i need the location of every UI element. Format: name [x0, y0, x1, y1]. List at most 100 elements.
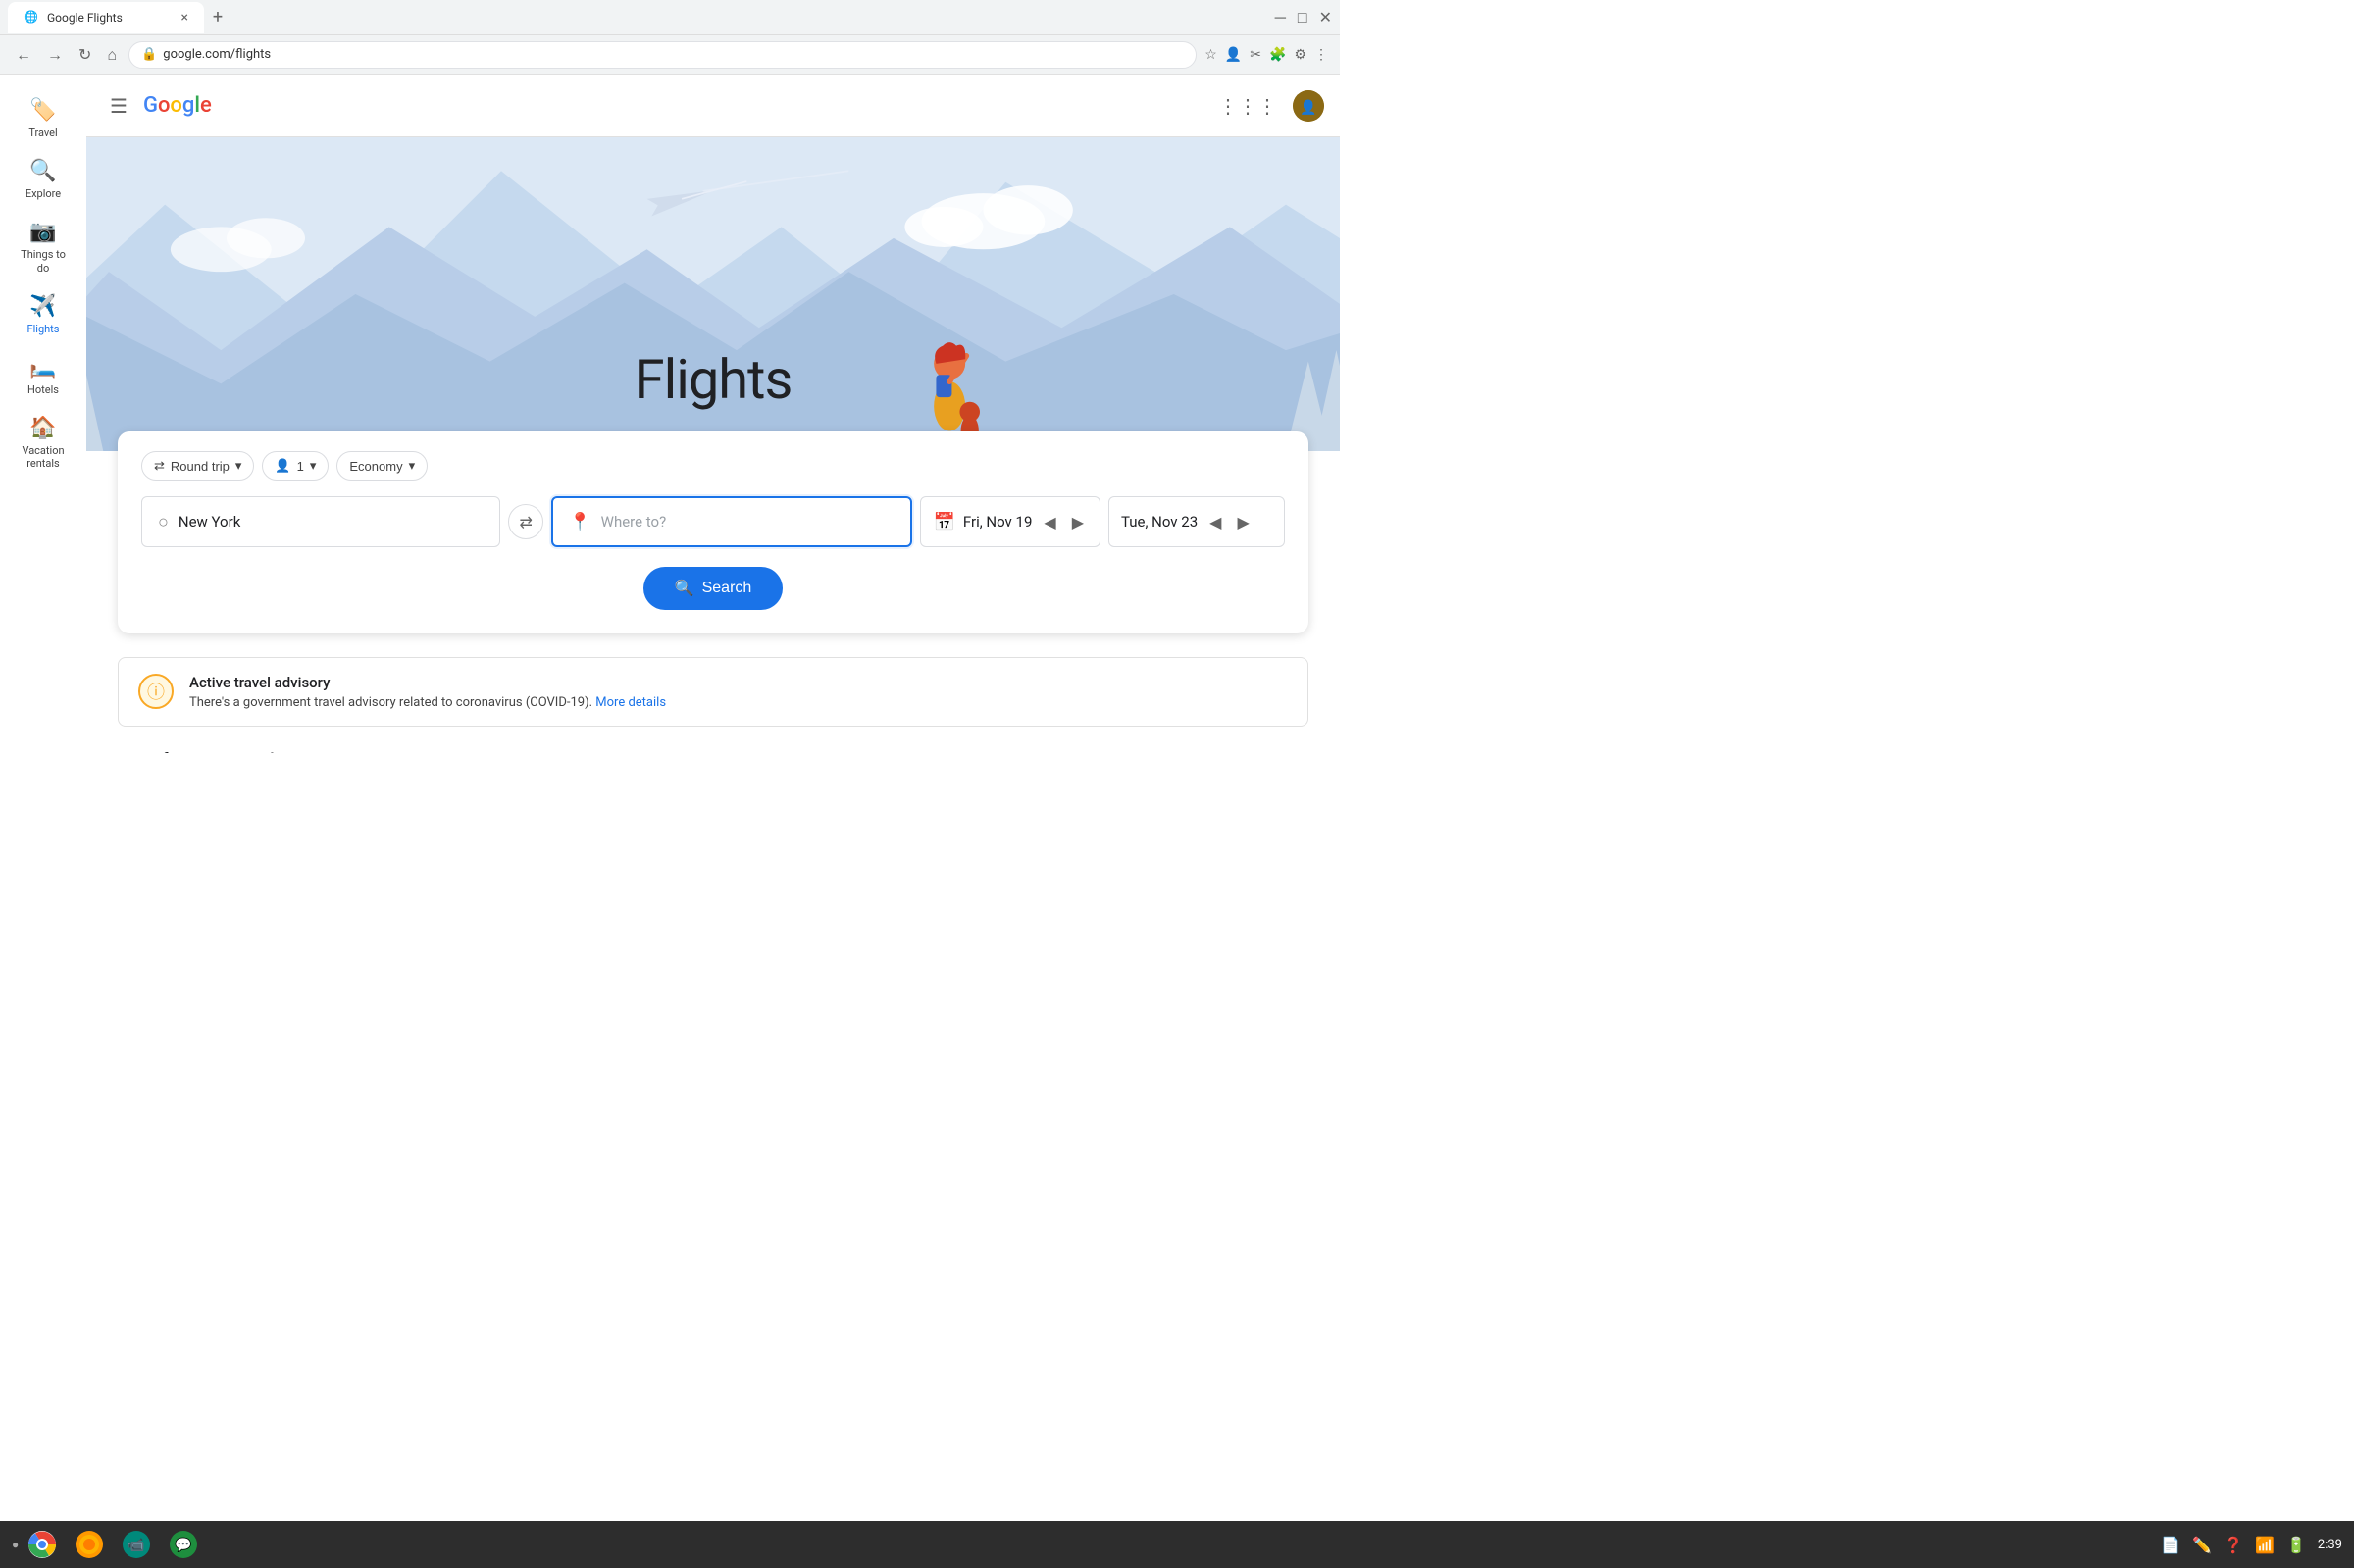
- search-button-row: 🔍 Search: [141, 567, 1285, 610]
- logo-o2: o: [170, 93, 181, 118]
- advisory-body: There's a government travel advisory rel…: [189, 695, 666, 710]
- advisory-warning-icon: ⓘ: [138, 674, 174, 709]
- apps-grid-icon[interactable]: ⋮⋮⋮: [1218, 94, 1277, 118]
- more-options-button[interactable]: ⋮: [1314, 47, 1328, 63]
- date1-next-button[interactable]: ▶: [1068, 511, 1088, 533]
- date2-prev-button[interactable]: ◀: [1205, 511, 1225, 533]
- taskbar-dot: ●: [12, 1538, 19, 1551]
- pen-icon[interactable]: ✏️: [2192, 1536, 2212, 1554]
- logo-g1: G: [143, 93, 158, 118]
- page-title: Flights: [635, 347, 793, 412]
- sidebar-item-things-label: Things to do: [20, 248, 67, 274]
- close-window-button[interactable]: ✕: [1319, 8, 1332, 26]
- svg-text:💬: 💬: [176, 1537, 193, 1553]
- destination-pin-icon: 📍: [569, 512, 590, 532]
- cabin-class-arrow: ▾: [409, 458, 416, 474]
- bookmark-icon[interactable]: ☆: [1204, 47, 1217, 63]
- trips-section: Trips from New York Round trip · 1 passe…: [118, 750, 1308, 753]
- tab-title: Google Flights: [47, 11, 123, 25]
- new-tab-button[interactable]: +: [204, 4, 231, 31]
- meet-taskbar-icon[interactable]: 📹: [121, 1529, 152, 1560]
- hotels-icon: 🛏️: [29, 355, 56, 379]
- search-fields-row: ○ New York ⇄ 📍 Where to? 📅: [141, 496, 1285, 547]
- url-text: google.com/flights: [163, 47, 271, 62]
- browser-window-controls: ─ □ ✕: [1275, 8, 1332, 27]
- taskbar-clock: 2:39: [2318, 1538, 2342, 1552]
- taskbar-apps: 📹 💬: [26, 1529, 199, 1560]
- search-options: ⇄ Round trip ▾ 👤 1 ▾ Economy ▾: [141, 451, 1285, 481]
- advisory-content: Active travel advisory There's a governm…: [189, 674, 666, 710]
- extension-icon-3[interactable]: ⚙: [1294, 47, 1306, 63]
- travel-icon: 🏷️: [29, 98, 56, 123]
- back-button[interactable]: ←: [12, 41, 35, 69]
- destination-field[interactable]: 📍 Where to?: [551, 496, 912, 547]
- search-box: ⇄ Round trip ▾ 👤 1 ▾ Economy ▾: [118, 431, 1308, 633]
- origin-field[interactable]: ○ New York: [141, 496, 500, 547]
- sidebar-item-hotels[interactable]: 🛏️ Hotels: [4, 347, 82, 404]
- origin-dot-icon: ○: [158, 512, 169, 532]
- swap-icon: ⇄: [520, 513, 533, 531]
- browser-tab-bar: 🌐 Google Flights × + ─ □ ✕: [0, 0, 1340, 35]
- tab-close-button[interactable]: ×: [181, 10, 188, 25]
- sidebar-item-vacation-rentals[interactable]: 🏠 Vacation rentals: [4, 408, 82, 478]
- hero-section: Flights: [86, 137, 1340, 451]
- things-to-do-icon: 📷: [29, 220, 56, 244]
- browser-toolbar-icons: ☆ 👤 ✂ 🧩 ⚙ ⋮: [1204, 47, 1328, 63]
- passengers-arrow: ▾: [310, 458, 317, 474]
- sidebar-item-things-to-do[interactable]: 📷 Things to do: [4, 212, 82, 281]
- home-button[interactable]: ⌂: [103, 41, 121, 69]
- user-avatar[interactable]: 👤: [1293, 90, 1324, 122]
- departure-date-label: Fri, Nov 19: [963, 513, 1033, 531]
- url-bar[interactable]: 🔒 google.com/flights: [128, 41, 1197, 69]
- maximize-button[interactable]: □: [1298, 8, 1307, 27]
- trip-type-selector[interactable]: ⇄ Round trip ▾: [141, 451, 254, 481]
- sidebar-item-explore-label: Explore: [26, 187, 61, 200]
- profile-icon[interactable]: 👤: [1225, 47, 1242, 63]
- hamburger-menu[interactable]: ☰: [102, 86, 135, 126]
- calendar-icon-1: 📅: [933, 512, 954, 532]
- main-content: ☰ Google ⋮⋮⋮ 👤: [86, 75, 1340, 753]
- trips-title: Trips from New York: [118, 750, 280, 753]
- taskbar-right-area: 📄 ✏️ ❓ 📶 🔋 2:39: [2161, 1536, 2342, 1554]
- refresh-button[interactable]: ↻: [75, 41, 95, 68]
- chat-taskbar-icon[interactable]: 💬: [168, 1529, 199, 1560]
- date2-next-button[interactable]: ▶: [1233, 511, 1253, 533]
- cabin-class-selector[interactable]: Economy ▾: [336, 451, 428, 481]
- explore-destinations-link[interactable]: Explore destinations: [1184, 753, 1308, 754]
- sidebar-item-travel[interactable]: 🏷️ Travel: [4, 90, 82, 147]
- trips-header: Trips from New York Round trip · 1 passe…: [118, 750, 1308, 753]
- swap-airports-button[interactable]: ⇄: [508, 504, 543, 539]
- active-tab[interactable]: 🌐 Google Flights ×: [8, 2, 204, 33]
- return-date-label: Tue, Nov 23: [1121, 513, 1198, 531]
- origin-value: New York: [179, 513, 240, 531]
- departure-date-field[interactable]: 📅 Fri, Nov 19 ◀ ▶: [920, 496, 1100, 547]
- vacation-rentals-icon: 🏠: [29, 416, 56, 440]
- main-layout: 🏷️ Travel 🔍 Explore 📷 Things to do ✈️ Fl…: [0, 75, 1340, 753]
- passengers-selector[interactable]: 👤 1 ▾: [262, 451, 329, 481]
- forward-button[interactable]: →: [43, 41, 67, 69]
- sidebar: 🏷️ Travel 🔍 Explore 📷 Things to do ✈️ Fl…: [0, 75, 86, 753]
- search-magnifier-icon: 🔍: [675, 579, 694, 598]
- flights-icon: ✈️: [29, 294, 56, 319]
- trips-title-group: Trips from New York Round trip · 1 passe…: [118, 750, 454, 753]
- sidebar-item-flights-label: Flights: [27, 323, 60, 335]
- youtube-taskbar-icon[interactable]: [74, 1529, 105, 1560]
- search-button[interactable]: 🔍 Search: [643, 567, 784, 610]
- extension-icon-2[interactable]: 🧩: [1269, 47, 1286, 63]
- trip-type-label: Round trip: [171, 459, 230, 474]
- sidebar-item-explore[interactable]: 🔍 Explore: [4, 151, 82, 208]
- help-icon[interactable]: ❓: [2224, 1536, 2243, 1554]
- battery-icon[interactable]: 🔋: [2286, 1536, 2306, 1554]
- date1-prev-button[interactable]: ◀: [1040, 511, 1059, 533]
- extension-icon-1[interactable]: ✂: [1250, 47, 1261, 63]
- swap-arrows-icon: ⇄: [154, 458, 165, 474]
- chrome-taskbar-icon[interactable]: [26, 1529, 58, 1560]
- wifi-icon[interactable]: 📶: [2255, 1536, 2275, 1554]
- advisory-more-details-link[interactable]: More details: [595, 695, 666, 710]
- travel-advisory: ⓘ Active travel advisory There's a gover…: [118, 657, 1308, 727]
- minimize-button[interactable]: ─: [1275, 8, 1286, 27]
- return-date-field[interactable]: Tue, Nov 23 ◀ ▶: [1108, 496, 1285, 547]
- file-manager-icon[interactable]: 📄: [2161, 1536, 2180, 1554]
- sidebar-item-flights[interactable]: ✈️ Flights: [4, 286, 82, 343]
- person-icon: 👤: [275, 458, 290, 474]
